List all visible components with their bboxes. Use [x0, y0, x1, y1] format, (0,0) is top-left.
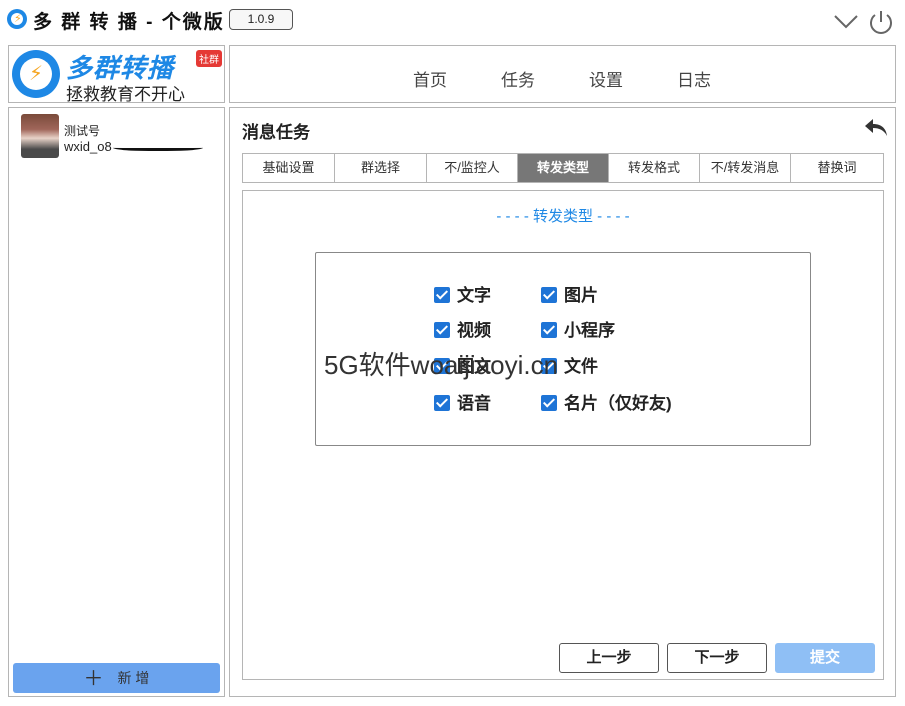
account-id: wxid_o8	[64, 139, 112, 154]
nav-settings[interactable]: 设置	[589, 66, 623, 91]
logo-panel: ⚡ 多群转播 社群 拯救教育不开心	[8, 45, 225, 104]
brand-logo-icon: ⚡	[12, 50, 60, 98]
page-title: 消息任务	[242, 123, 310, 142]
checkbox-checked-icon[interactable]	[434, 287, 450, 303]
tab-forward-format[interactable]: 转发格式	[609, 154, 700, 182]
app-logo-icon: ⚡	[7, 9, 27, 29]
nav-home[interactable]: 首页	[413, 66, 447, 91]
account-name: 测试号	[64, 124, 101, 138]
power-icon[interactable]	[867, 8, 895, 36]
top-nav: 首页 任务 设置 日志	[229, 45, 896, 103]
app-title: 多 群 转 播 - 个微版	[33, 12, 225, 33]
nav-tasks[interactable]: 任务	[501, 66, 535, 91]
account-item[interactable]: 测试号 wxid_o8	[21, 114, 221, 162]
chevron-down-icon[interactable]	[832, 9, 860, 33]
tab-group-select[interactable]: 群选择	[335, 154, 427, 182]
brand-slogan: 拯救教育不开心	[66, 85, 185, 104]
add-account-button[interactable]: ＋ 新 增	[13, 663, 220, 693]
redaction-scribble	[113, 143, 203, 151]
tab-bar: 基础设置 群选择 不/监控人 转发类型 转发格式 不/转发消息 替换词	[242, 153, 884, 183]
add-button-label: 新 增	[117, 670, 150, 686]
next-step-button[interactable]: 下一步	[667, 643, 767, 673]
brand-badge: 社群	[196, 50, 222, 67]
avatar	[21, 114, 59, 158]
main-panel: 消息任务 基础设置 群选择 不/监控人 转发类型 转发格式 不/转发消息 替换词…	[229, 107, 896, 697]
checkbox-checked-icon[interactable]	[541, 395, 557, 411]
tab-replace-words[interactable]: 替换词	[791, 154, 883, 182]
checkbox-checked-icon[interactable]	[541, 322, 557, 338]
back-arrow-icon[interactable]	[863, 116, 889, 138]
watermark-text: 5G软件woaijiaoyi.cn	[324, 350, 559, 380]
sidebar: 测试号 wxid_o8 ＋ 新 增	[8, 107, 225, 697]
tab-basic-settings[interactable]: 基础设置	[243, 154, 335, 182]
title-bar: ⚡ 多 群 转 播 - 个微版 1.0.9	[0, 0, 905, 40]
plus-icon: ＋	[83, 668, 104, 690]
section-title: - - - - 转发类型 - - - -	[496, 208, 630, 225]
tab-forward-message[interactable]: 不/转发消息	[700, 154, 791, 182]
nav-logs[interactable]: 日志	[677, 66, 711, 91]
checkbox-checked-icon[interactable]	[434, 322, 450, 338]
checkbox-checked-icon[interactable]	[541, 287, 557, 303]
prev-step-button[interactable]: 上一步	[559, 643, 659, 673]
checkbox-checked-icon[interactable]	[434, 395, 450, 411]
submit-button[interactable]: 提交	[775, 643, 875, 673]
tab-forward-type[interactable]: 转发类型	[518, 154, 609, 182]
tab-monitor-person[interactable]: 不/监控人	[427, 154, 518, 182]
version-badge: 1.0.9	[229, 9, 293, 30]
tab-content: - - - - 转发类型 - - - - 文字 图片 视频 小程序 图文 文件 …	[242, 190, 884, 680]
